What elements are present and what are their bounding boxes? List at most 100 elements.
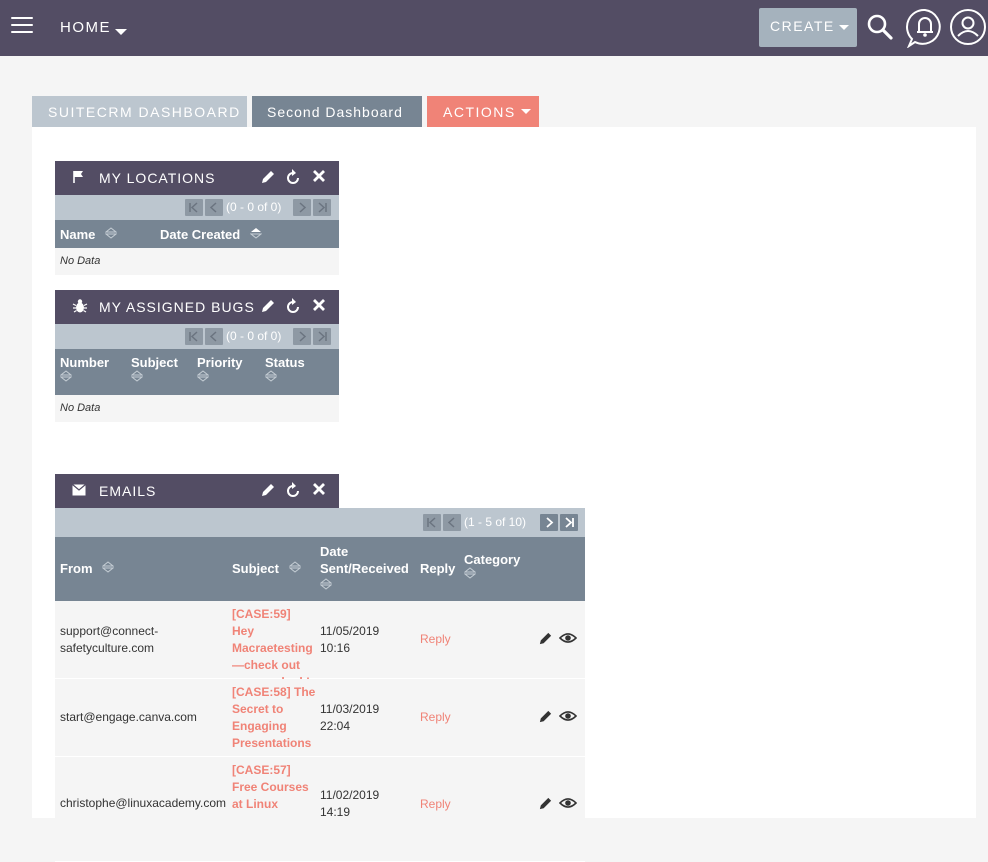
emails-dashlet: EMAILS (1 - 5 of 10) From Subject Date S…: [55, 474, 585, 862]
last-page-button[interactable]: [313, 328, 331, 345]
email-date: 11/02/2019 14:19: [320, 787, 379, 821]
column-header-category[interactable]: Category: [463, 552, 521, 582]
reply-link[interactable]: Reply: [420, 632, 451, 646]
column-header-priority[interactable]: Priority: [196, 355, 243, 385]
reply-link[interactable]: Reply: [420, 710, 451, 724]
hamburger-menu-icon[interactable]: [11, 17, 33, 35]
email-subject-line: Presentations: [232, 736, 312, 750]
first-page-icon: [189, 202, 198, 213]
refresh-icon[interactable]: [284, 482, 302, 500]
table-header: From Subject Date Sent/Received Reply Ca…: [55, 537, 585, 601]
first-page-button[interactable]: [423, 514, 441, 531]
pagination-bar: (0 - 0 of 0): [55, 195, 339, 220]
email-date-line: 11/05/2019: [320, 624, 380, 638]
sort-icon: [288, 561, 301, 573]
no-data-text: No Data: [60, 255, 101, 267]
email-from-line: start@engage.canva.com: [60, 710, 197, 724]
email-subject-line: Engaging: [232, 719, 287, 733]
table-row: start@engage.canva.com [CASE:58] The Sec…: [55, 679, 585, 757]
dashlet-title: MY LOCATIONS: [99, 170, 216, 186]
dashlet-header: MY ASSIGNED BUGS: [55, 290, 339, 324]
sort-icon: [130, 370, 144, 382]
tab-suitecrm-dashboard[interactable]: SUITECRM DASHBOARD: [32, 96, 247, 127]
column-header-from[interactable]: From: [60, 561, 115, 576]
chevron-down-icon: [521, 109, 531, 114]
sort-icon: [264, 370, 278, 382]
flag-icon: [73, 171, 83, 183]
column-header-subject[interactable]: Subject: [130, 355, 178, 385]
envelope-icon: [72, 484, 86, 496]
edit-pencil-icon[interactable]: [260, 298, 276, 314]
create-button[interactable]: CREATE: [759, 8, 857, 47]
sort-icon: [102, 561, 115, 573]
close-icon[interactable]: [312, 298, 326, 312]
previous-page-button[interactable]: [443, 514, 461, 531]
eye-view-icon[interactable]: [559, 797, 577, 809]
edit-pencil-icon[interactable]: [538, 709, 553, 724]
sort-icon: [59, 370, 73, 382]
email-subject-line: [CASE:59] Hey: [232, 607, 291, 638]
column-header-subject[interactable]: Subject: [232, 561, 301, 576]
column-label: Name: [60, 227, 96, 242]
edit-pencil-icon[interactable]: [260, 169, 276, 185]
next-page-button[interactable]: [540, 514, 558, 531]
home-menu[interactable]: HOME: [60, 19, 111, 36]
column-label: Status: [265, 355, 305, 370]
next-page-button[interactable]: [293, 199, 311, 216]
chevron-left-icon: [209, 202, 217, 213]
email-subject-line: Macraetesting: [232, 641, 313, 655]
dashlet-title: MY ASSIGNED BUGS: [99, 299, 255, 315]
pagination-count: (0 - 0 of 0): [226, 200, 282, 214]
notifications-bell-icon[interactable]: [906, 8, 944, 48]
last-page-button[interactable]: [560, 514, 578, 531]
column-label: From: [60, 561, 93, 576]
my-locations-dashlet: MY LOCATIONS (0 - 0 of 0) Name Date Crea…: [55, 161, 339, 275]
pagination-bar: (0 - 0 of 0): [55, 324, 339, 349]
last-page-button[interactable]: [313, 199, 331, 216]
close-icon[interactable]: [312, 169, 326, 183]
email-from-line: christophe@linuxacademy.com: [60, 796, 227, 810]
edit-pencil-icon[interactable]: [538, 796, 553, 811]
email-date-line: 22:04: [320, 719, 351, 733]
email-subject-line: at Linux: [232, 797, 279, 811]
email-from: christophe@linuxacademy.com: [60, 795, 226, 812]
first-page-button[interactable]: [185, 199, 203, 216]
next-page-button[interactable]: [293, 328, 311, 345]
first-page-button[interactable]: [185, 328, 203, 345]
pagination-count: (1 - 5 of 10): [464, 515, 527, 529]
user-profile-icon[interactable]: [949, 8, 987, 46]
email-subject-link[interactable]: [CASE:58] The Secret to Engaging Present…: [232, 684, 316, 752]
column-header-status[interactable]: Status: [264, 355, 305, 385]
previous-page-button[interactable]: [205, 199, 223, 216]
eye-view-icon[interactable]: [559, 632, 577, 644]
chevron-down-icon[interactable]: [115, 29, 127, 35]
email-subject-link[interactable]: [CASE:57] Free Courses at Linux: [232, 762, 316, 813]
email-date-line: 11/03/2019: [320, 702, 380, 716]
email-date-line: 10:16: [320, 641, 351, 655]
column-header-date-sent-received[interactable]: Date Sent/Received: [319, 543, 409, 594]
email-from: start@engage.canva.com: [60, 709, 197, 726]
tab-second-dashboard[interactable]: Second Dashboard: [252, 96, 422, 127]
refresh-icon[interactable]: [284, 298, 302, 316]
close-icon[interactable]: [312, 482, 326, 496]
sort-ascending-icon: [249, 228, 262, 239]
pagination-count: (0 - 0 of 0): [226, 329, 282, 343]
edit-pencil-icon[interactable]: [538, 631, 553, 646]
column-header-name[interactable]: Name: [60, 227, 118, 242]
last-page-icon: [318, 202, 327, 213]
email-date: 11/05/2019 10:16: [320, 623, 379, 657]
actions-dropdown-button[interactable]: ACTIONS: [427, 96, 539, 127]
refresh-icon[interactable]: [284, 169, 302, 187]
column-label: Category: [464, 552, 521, 567]
edit-pencil-icon[interactable]: [260, 482, 276, 498]
eye-view-icon[interactable]: [559, 710, 577, 722]
column-label: Priority: [197, 355, 243, 370]
reply-link[interactable]: Reply: [420, 797, 451, 811]
search-icon[interactable]: [866, 13, 894, 41]
previous-page-button[interactable]: [205, 328, 223, 345]
sort-icon: [105, 227, 118, 239]
email-date-line: 11/02/2019: [320, 788, 380, 802]
column-header-date-created[interactable]: Date Created: [160, 227, 262, 242]
email-from-line: safetyculture.com: [60, 641, 155, 655]
column-header-number[interactable]: Number: [59, 355, 109, 385]
